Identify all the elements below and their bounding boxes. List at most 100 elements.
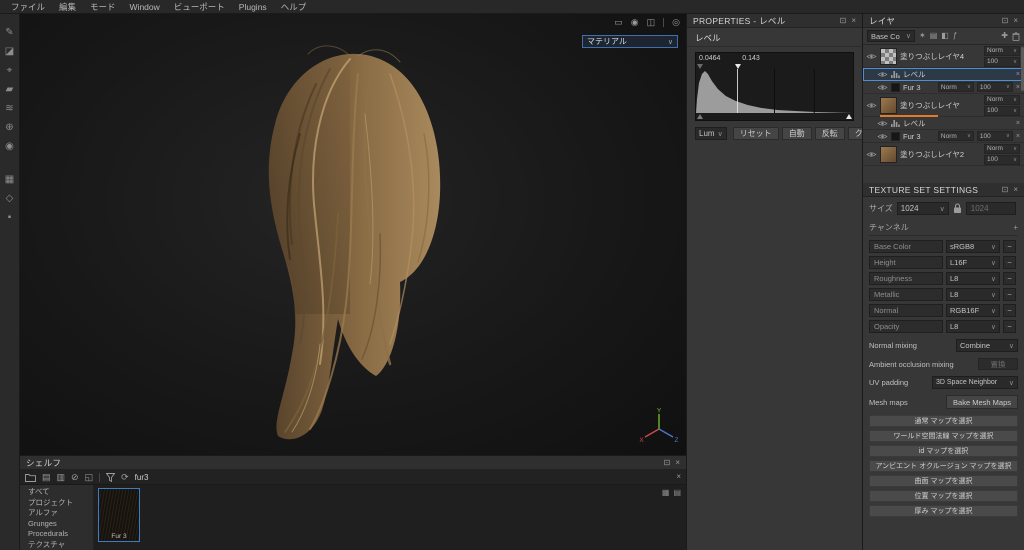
visibility-eye-icon[interactable] <box>866 53 877 60</box>
remove-layer-icon[interactable]: × <box>1016 84 1020 91</box>
visibility-eye-icon[interactable] <box>866 102 877 109</box>
menu-edit[interactable]: 編集 <box>52 0 83 14</box>
blend-mode-dropdown[interactable]: Norm ∨ <box>984 143 1020 154</box>
material-picker-tool-icon[interactable]: ◉ <box>5 142 14 152</box>
size-dropdown[interactable]: 1024 ∨ <box>896 202 949 215</box>
close-icon[interactable]: × <box>675 458 680 467</box>
remove-effect-icon[interactable]: × <box>1016 120 1020 127</box>
visibility-eye-icon[interactable] <box>866 151 877 158</box>
layer-name[interactable]: 塗りつぶしレイヤ2 <box>900 149 981 160</box>
remove-channel-button[interactable]: − <box>1003 240 1016 253</box>
histogram-low-handle[interactable] <box>697 64 703 69</box>
shelf-item-fur3[interactable]: Fur 3 <box>98 488 140 542</box>
visibility-eye-icon[interactable] <box>877 120 888 127</box>
wand-icon[interactable]: ✶ <box>919 32 926 40</box>
category-grunges[interactable]: Grunges <box>20 519 93 530</box>
environment-icon[interactable]: ◉ <box>631 17 639 28</box>
select-thickness-map-button[interactable]: 厚み マップを選択 <box>869 505 1018 517</box>
perspective-view-icon[interactable]: ▭ <box>614 17 623 28</box>
category-all[interactable]: すべて <box>20 487 93 498</box>
fur-name[interactable]: Fur 3 <box>903 132 935 141</box>
brush-tool-icon[interactable]: ✎ <box>5 28 13 38</box>
remove-layer-icon[interactable]: × <box>1016 133 1020 140</box>
eraser-tool-icon[interactable]: ◪ <box>5 47 14 57</box>
layer-row-fur[interactable]: Fur 3 Norm ∨ 100 ∨ × <box>863 81 1024 94</box>
layer-row-levels-effect[interactable]: レベル × <box>863 68 1024 81</box>
grid-tool-icon[interactable]: ▦ <box>5 175 14 185</box>
select-world-space-normal-map-button[interactable]: ワールド空間法線 マップを選択 <box>869 430 1018 442</box>
remove-channel-button[interactable]: − <box>1003 288 1016 301</box>
grid-view-icon[interactable]: ▦ <box>662 488 670 497</box>
opacity-dropdown[interactable]: 100 ∨ <box>984 105 1020 116</box>
invert-button[interactable]: 反転 <box>814 127 845 140</box>
opacity-dropdown[interactable]: 100 ∨ <box>984 56 1020 67</box>
lock-icon[interactable] <box>953 203 962 214</box>
effects-icon[interactable]: ƒ <box>953 32 957 40</box>
normal-mixing-dropdown[interactable]: Combine ∨ <box>956 339 1018 352</box>
levels-histogram[interactable]: 0.0464 0.143 <box>695 52 854 121</box>
select-curvature-map-button[interactable]: 曲面 マップを選択 <box>869 475 1018 487</box>
select-normal-map-button[interactable]: 通常 マップを選択 <box>869 415 1018 427</box>
add-channel-icon[interactable]: + <box>1013 223 1018 232</box>
remove-channel-button[interactable]: − <box>1003 320 1016 333</box>
blend-mode-dropdown[interactable]: Norm ∨ <box>984 45 1020 56</box>
layer-row[interactable]: 塗りつぶしレイヤ2 Norm ∨ 100 ∨ <box>863 143 1024 166</box>
channel-format-dropdown[interactable]: L16F ∨ <box>946 256 1000 269</box>
channel-format-dropdown[interactable]: RGB16F ∨ <box>946 304 1000 317</box>
dock-icon[interactable]: ⊡ <box>1002 185 1009 194</box>
folder-icon[interactable] <box>25 473 36 482</box>
visibility-eye-icon[interactable] <box>877 71 888 78</box>
menu-plugins[interactable]: Plugins <box>232 0 274 14</box>
visibility-eye-icon[interactable] <box>877 133 888 140</box>
close-icon[interactable]: × <box>1013 185 1018 194</box>
auto-button[interactable]: 自動 <box>781 127 812 140</box>
menu-file[interactable]: ファイル <box>4 0 52 14</box>
category-alphas[interactable]: アルファ <box>20 508 93 519</box>
viewport-shading-mode-dropdown[interactable]: マテリアル ∨ <box>582 35 678 48</box>
channel-name-button[interactable]: Normal <box>869 304 943 317</box>
opacity-dropdown[interactable]: 100 ∨ <box>984 154 1020 165</box>
layer-thumbnail[interactable] <box>880 145 897 163</box>
remove-channel-button[interactable]: − <box>1003 256 1016 269</box>
histogram-mid-handle[interactable] <box>735 64 742 69</box>
opacity-dropdown[interactable]: 100 ∨ <box>976 82 1013 92</box>
plugin-tool-icon[interactable]: ▪ <box>8 213 12 223</box>
menu-help[interactable]: ヘルプ <box>274 0 314 14</box>
dock-icon[interactable]: ⊡ <box>1002 16 1009 25</box>
opacity-dropdown[interactable]: 100 ∨ <box>976 131 1013 141</box>
layer-row[interactable]: 塗りつぶしレイヤ4 Norm ∨ 100 ∨ <box>863 45 1024 68</box>
channel-format-dropdown[interactable]: L8 ∨ <box>946 288 1000 301</box>
trash-icon[interactable] <box>1012 31 1020 41</box>
output-low-handle[interactable] <box>697 114 703 119</box>
layer-thumbnail[interactable] <box>880 96 897 114</box>
layer-thumbnail[interactable] <box>880 47 897 65</box>
effect-name[interactable]: レベル <box>903 69 1013 80</box>
channel-name-button[interactable]: Metallic <box>869 288 943 301</box>
channel-format-dropdown[interactable]: L8 ∨ <box>946 272 1000 285</box>
reset-button[interactable]: リセット <box>732 127 779 140</box>
channel-name-button[interactable]: Base Color <box>869 240 943 253</box>
polygon-fill-tool-icon[interactable]: ▰ <box>6 85 14 95</box>
select-ao-map-button[interactable]: アンビエント オクルージョン マップを選択 <box>869 460 1018 472</box>
close-icon[interactable]: × <box>1013 16 1018 25</box>
refresh-icon[interactable]: ⟳ <box>121 473 129 482</box>
fur-name[interactable]: Fur 3 <box>903 83 935 92</box>
shape-tool-icon[interactable]: ◇ <box>6 194 14 204</box>
camera-rotate-icon[interactable]: ◫ <box>647 17 656 28</box>
stack-icon[interactable]: ▤ <box>930 32 938 40</box>
projection-tool-icon[interactable]: ⌖ <box>7 66 13 76</box>
effect-name[interactable]: レベル <box>903 118 1013 129</box>
menu-mode[interactable]: モード <box>83 0 123 14</box>
smudge-tool-icon[interactable]: ≋ <box>5 104 13 114</box>
channel-name-button[interactable]: Height <box>869 256 943 269</box>
fill-bucket-icon[interactable]: ◧ <box>941 32 949 40</box>
select-id-map-button[interactable]: id マップを選択 <box>869 445 1018 457</box>
category-project[interactable]: プロジェクト <box>20 498 93 509</box>
axis-gizmo[interactable]: Y X Z <box>638 407 680 447</box>
bake-mesh-maps-button[interactable]: Bake Mesh Maps <box>946 395 1018 409</box>
dock-icon[interactable]: ⊡ <box>664 458 671 467</box>
duplicate-document-icon[interactable]: ▥ <box>57 473 66 482</box>
output-high-handle[interactable] <box>846 114 852 119</box>
select-position-map-button[interactable]: 位置 マップを選択 <box>869 490 1018 502</box>
layer-filter-dropdown[interactable]: Base Co ∨ <box>867 30 915 42</box>
